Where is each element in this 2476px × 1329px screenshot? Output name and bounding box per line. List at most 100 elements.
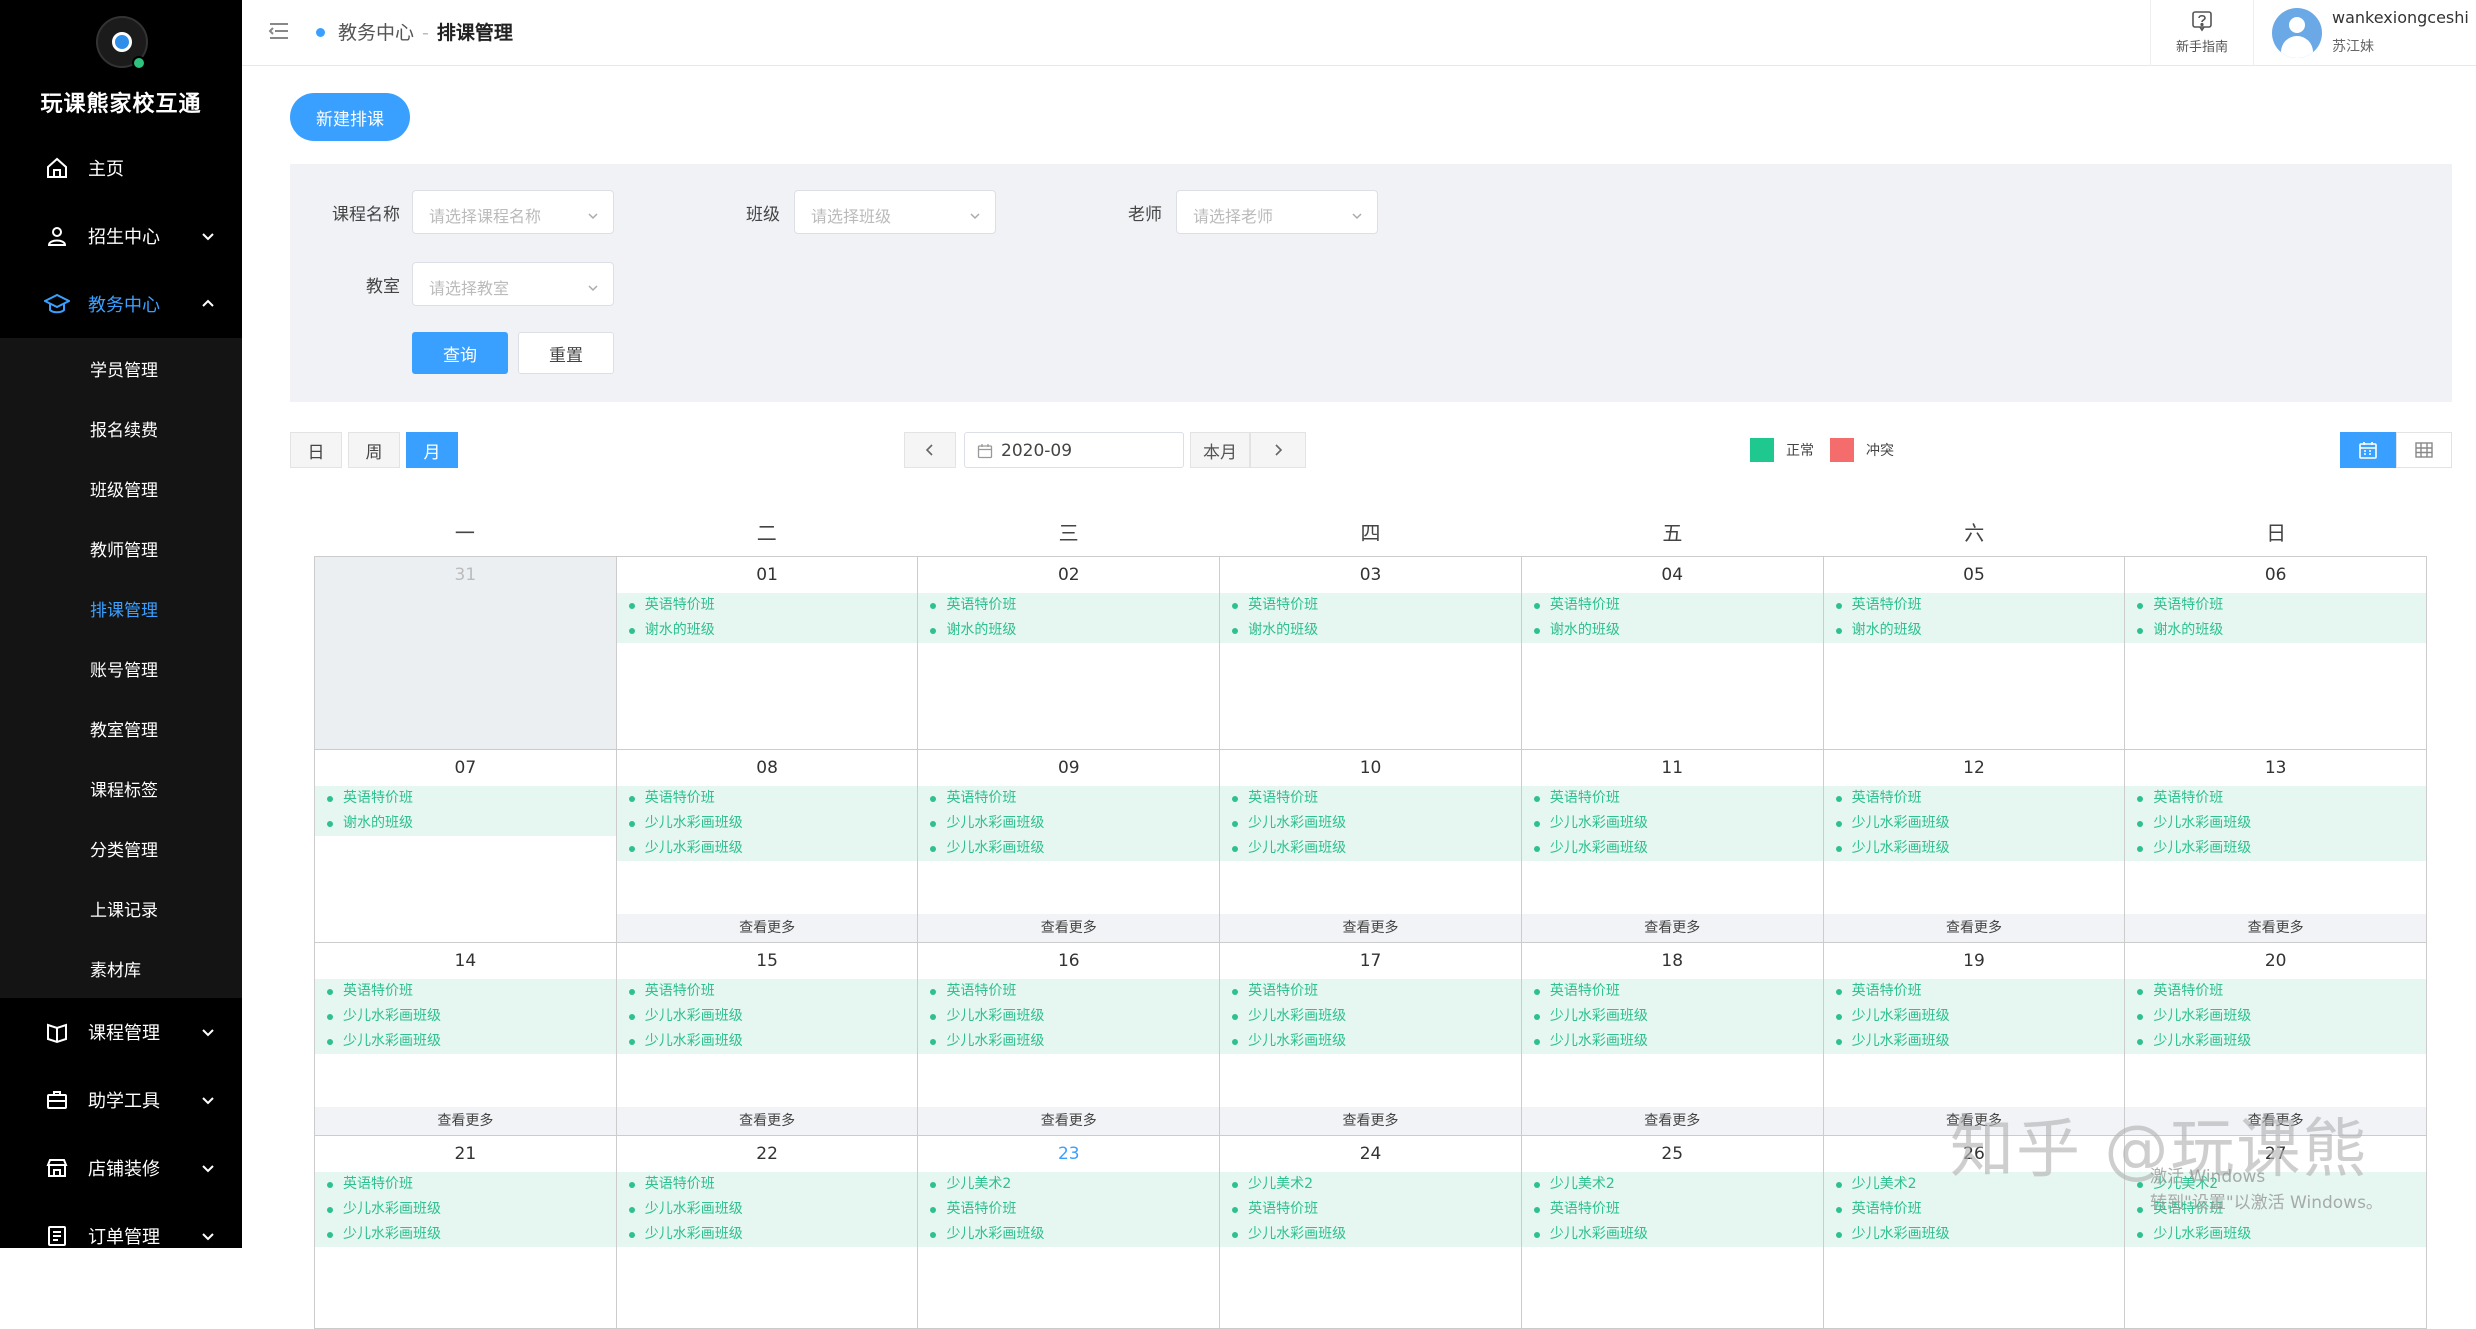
view-more-link[interactable]: 查看更多 [918,914,1220,942]
schedule-event[interactable]: 谢水的班级 [918,618,1220,643]
help-guide-button[interactable]: 新手指南 [2150,0,2254,66]
schedule-event[interactable]: 英语特价班 [315,1172,616,1197]
schedule-event[interactable]: 英语特价班 [1823,786,2125,811]
sidebar-item-orders[interactable]: 订单管理 [0,1202,242,1270]
schedule-event[interactable]: 少儿水彩画班级 [2125,1004,2427,1029]
view-week-button[interactable]: 周 [348,432,400,468]
schedule-event[interactable]: 少儿水彩画班级 [918,1004,1220,1029]
calendar-day-cell[interactable]: 01 英语特价班 谢水的班级 [616,557,919,750]
schedule-event[interactable]: 英语特价班 [2125,786,2427,811]
view-more-link[interactable]: 查看更多 [918,1107,1220,1135]
submenu-item-students[interactable]: 学员管理 [0,338,242,398]
schedule-event[interactable]: 少儿水彩画班级 [616,1029,918,1054]
table-mode-button[interactable] [2396,432,2452,468]
schedule-event[interactable]: 英语特价班 [616,979,918,1004]
schedule-event[interactable]: 少儿水彩画班级 [918,811,1220,836]
query-button[interactable]: 查询 [412,332,508,374]
schedule-event[interactable]: 少儿水彩画班级 [918,836,1220,861]
calendar-mode-button[interactable] [2340,432,2396,468]
reset-button[interactable]: 重置 [518,332,614,374]
schedule-event[interactable]: 谢水的班级 [315,811,616,836]
schedule-event[interactable]: 少儿水彩画班级 [1220,811,1521,836]
schedule-event[interactable]: 少儿水彩画班级 [2125,836,2427,861]
view-more-link[interactable]: 查看更多 [315,1107,616,1135]
prev-month-button[interactable] [904,432,956,468]
calendar-day-cell[interactable]: 11 英语特价班 少儿水彩画班级 少儿水彩画班级 查看更多 [1521,750,1824,943]
schedule-event[interactable]: 少儿水彩画班级 [315,1197,616,1222]
schedule-event[interactable]: 英语特价班 [1521,1197,1823,1222]
schedule-event[interactable]: 少儿水彩画班级 [616,1004,918,1029]
calendar-day-cell[interactable]: 12 英语特价班 少儿水彩画班级 少儿水彩画班级 查看更多 [1823,750,2126,943]
view-more-link[interactable]: 查看更多 [616,914,918,942]
schedule-event[interactable]: 少儿美术2 [1220,1172,1521,1197]
class-select[interactable]: 请选择班级 [794,190,996,234]
schedule-event[interactable]: 英语特价班 [1823,1197,2125,1222]
calendar-day-cell[interactable]: 18 英语特价班 少儿水彩画班级 少儿水彩画班级 查看更多 [1521,943,1824,1136]
schedule-event[interactable]: 英语特价班 [918,1197,1220,1222]
schedule-event[interactable]: 英语特价班 [315,786,616,811]
calendar-day-cell[interactable]: 14 英语特价班 少儿水彩画班级 少儿水彩画班级 查看更多 [315,943,617,1136]
schedule-event[interactable]: 少儿水彩画班级 [1823,811,2125,836]
calendar-day-cell[interactable]: 05 英语特价班 谢水的班级 [1823,557,2126,750]
schedule-event[interactable]: 少儿水彩画班级 [2125,1222,2427,1247]
schedule-event[interactable]: 英语特价班 [918,979,1220,1004]
schedule-event[interactable]: 谢水的班级 [1823,618,2125,643]
view-more-link[interactable]: 查看更多 [2125,914,2427,942]
schedule-event[interactable]: 谢水的班级 [2125,618,2427,643]
schedule-event[interactable]: 英语特价班 [918,786,1220,811]
schedule-event[interactable]: 少儿水彩画班级 [616,1197,918,1222]
schedule-event[interactable]: 英语特价班 [616,1172,918,1197]
schedule-event[interactable]: 少儿水彩画班级 [1220,1029,1521,1054]
calendar-day-cell[interactable]: 21 英语特价班 少儿水彩画班级 少儿水彩画班级 [315,1136,617,1329]
submenu-item-accounts[interactable]: 账号管理 [0,638,242,698]
this-month-button[interactable]: 本月 [1190,432,1250,468]
schedule-event[interactable]: 少儿美术2 [1521,1172,1823,1197]
user-menu[interactable]: wankexiongceshi 苏江妹 [2268,0,2476,66]
menu-toggle-icon[interactable] [268,20,290,42]
sidebar-item-courses[interactable]: 课程管理 [0,998,242,1066]
schedule-event[interactable]: 英语特价班 [1521,786,1823,811]
submenu-item-class-records[interactable]: 上课记录 [0,878,242,938]
schedule-event[interactable]: 英语特价班 [2125,593,2427,618]
sidebar-item-store-decoration[interactable]: 店铺装修 [0,1134,242,1202]
breadcrumb-item[interactable]: 教务中心 [338,22,414,44]
schedule-event[interactable]: 谢水的班级 [1521,618,1823,643]
schedule-event[interactable]: 少儿水彩画班级 [1823,836,2125,861]
view-more-link[interactable]: 查看更多 [616,1107,918,1135]
schedule-event[interactable]: 英语特价班 [918,593,1220,618]
calendar-day-cell[interactable]: 16 英语特价班 少儿水彩画班级 少儿水彩画班级 查看更多 [918,943,1221,1136]
schedule-event[interactable]: 少儿水彩画班级 [1823,1222,2125,1247]
month-picker[interactable]: 2020-09 [964,432,1184,468]
schedule-event[interactable]: 少儿水彩画班级 [1220,1004,1521,1029]
schedule-event[interactable]: 英语特价班 [1220,593,1521,618]
schedule-event[interactable]: 少儿水彩画班级 [1823,1029,2125,1054]
view-more-link[interactable]: 查看更多 [1220,914,1521,942]
schedule-event[interactable]: 少儿水彩画班级 [1823,1004,2125,1029]
calendar-day-cell[interactable]: 22 英语特价班 少儿水彩画班级 少儿水彩画班级 [616,1136,919,1329]
schedule-event[interactable]: 少儿水彩画班级 [315,1004,616,1029]
schedule-event[interactable]: 少儿水彩画班级 [616,811,918,836]
calendar-day-cell[interactable]: 08 英语特价班 少儿水彩画班级 少儿水彩画班级 查看更多 [616,750,919,943]
schedule-event[interactable]: 少儿水彩画班级 [315,1222,616,1247]
course-select[interactable]: 请选择课程名称 [412,190,614,234]
calendar-day-cell[interactable]: 13 英语特价班 少儿水彩画班级 少儿水彩画班级 查看更多 [2125,750,2428,943]
schedule-event[interactable]: 少儿水彩画班级 [616,836,918,861]
view-month-button[interactable]: 月 [406,432,458,468]
schedule-event[interactable]: 英语特价班 [616,786,918,811]
calendar-day-cell[interactable]: 24 少儿美术2 英语特价班 少儿水彩画班级 [1220,1136,1522,1329]
schedule-event[interactable]: 英语特价班 [1521,593,1823,618]
room-select[interactable]: 请选择教室 [412,262,614,306]
calendar-day-cell[interactable]: 10 英语特价班 少儿水彩画班级 少儿水彩画班级 查看更多 [1220,750,1522,943]
schedule-event[interactable]: 少儿水彩画班级 [1521,1222,1823,1247]
view-day-button[interactable]: 日 [290,432,342,468]
submenu-item-materials[interactable]: 素材库 [0,938,242,998]
calendar-day-cell[interactable]: 07 英语特价班 谢水的班级 [315,750,617,943]
schedule-event[interactable]: 英语特价班 [1823,979,2125,1004]
calendar-day-cell[interactable]: 25 少儿美术2 英语特价班 少儿水彩画班级 [1521,1136,1824,1329]
sidebar-item-tools[interactable]: 助学工具 [0,1066,242,1134]
schedule-event[interactable]: 少儿水彩画班级 [918,1222,1220,1247]
submenu-item-enroll-renew[interactable]: 报名续费 [0,398,242,458]
schedule-event[interactable]: 英语特价班 [616,593,918,618]
sidebar-item-academic[interactable]: 教务中心 [0,270,242,338]
schedule-event[interactable]: 少儿水彩画班级 [616,1222,918,1247]
